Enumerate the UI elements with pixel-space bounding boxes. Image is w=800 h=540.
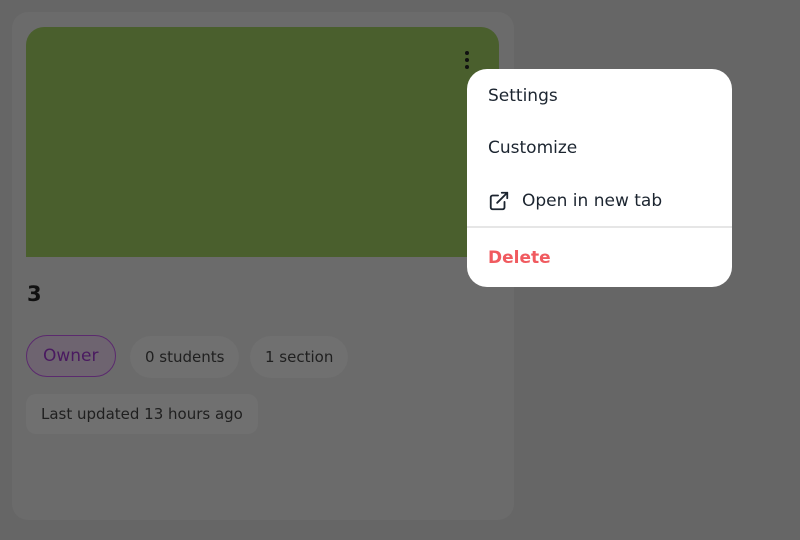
students-count-badge: 0 students [130, 336, 240, 378]
menu-item-label: Settings [488, 86, 558, 106]
menu-item-settings[interactable]: Settings [467, 74, 732, 118]
menu-item-label: Open in new tab [522, 191, 663, 211]
external-link-icon [488, 190, 510, 212]
page-overlay[interactable]: 3 Owner 0 students 1 section Last update… [0, 0, 800, 540]
more-options-button[interactable] [456, 46, 478, 74]
menu-item-customize[interactable]: Customize [467, 126, 732, 170]
last-updated-badge: Last updated 13 hours ago [26, 394, 258, 434]
menu-divider [467, 226, 732, 228]
sections-count-badge: 1 section [250, 336, 349, 378]
context-menu: Settings Customize Open in new tab Delet… [467, 69, 732, 287]
kebab-dot-icon [465, 51, 469, 55]
menu-item-label: Customize [488, 138, 578, 158]
menu-item-open-in-new-tab[interactable]: Open in new tab [467, 179, 732, 223]
kebab-dot-icon [465, 58, 469, 62]
owner-badge: Owner [26, 335, 116, 377]
kebab-dot-icon [465, 65, 469, 69]
card-banner [26, 27, 499, 257]
menu-item-label: Delete [488, 248, 551, 268]
card-title: 3 [27, 282, 42, 306]
menu-item-delete[interactable]: Delete [467, 236, 732, 280]
